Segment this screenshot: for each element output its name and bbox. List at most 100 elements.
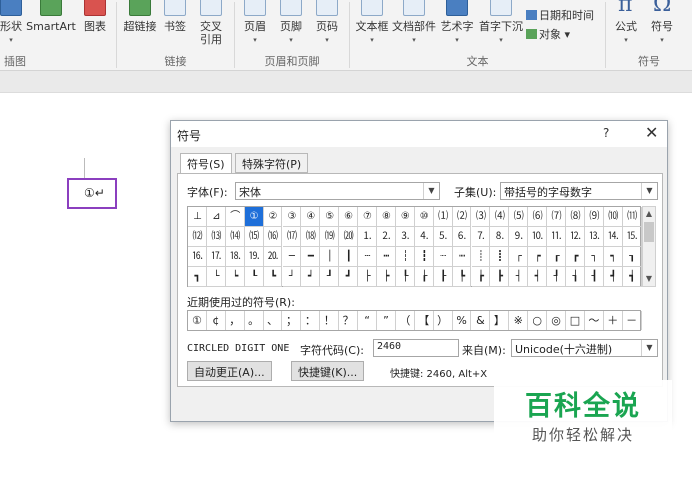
symbol-cell[interactable]: ┉ — [452, 247, 472, 267]
symbol-cell[interactable]: ┒ — [622, 247, 642, 267]
symbol-cell[interactable]: ⑩ — [414, 207, 434, 227]
shortcut-key-button[interactable]: 快捷键(K)... — [291, 361, 365, 381]
symbol-cell[interactable]: ③ — [282, 207, 302, 227]
symbol-cell[interactable]: ⒑ — [528, 227, 548, 247]
symbol-cell[interactable]: ⑹ — [528, 207, 548, 227]
recent-symbol-cell[interactable]: ※ — [509, 311, 529, 330]
subset-select[interactable]: 带括号的字母数字 ▼ — [500, 182, 658, 200]
symbol-cell[interactable]: ⌒ — [225, 207, 245, 227]
recent-symbol-cell[interactable]: □ — [566, 311, 585, 330]
recent-symbol-cell[interactable]: ？ — [339, 311, 359, 330]
symbol-cell[interactable]: ⒀ — [206, 227, 226, 247]
symbol-cell[interactable]: ┟ — [414, 267, 434, 287]
scroll-thumb[interactable] — [644, 222, 654, 242]
scroll-down-icon[interactable]: ▼ — [643, 272, 655, 286]
symbol-cell[interactable]: ┍ — [528, 247, 548, 267]
symbol-cell[interactable]: ⑴ — [433, 207, 453, 227]
symbol-cell[interactable]: ⊥ — [188, 207, 207, 227]
symbol-grid-scrollbar[interactable]: ▲ ▼ — [642, 206, 656, 287]
symbol-cell[interactable]: ⒆ — [320, 227, 340, 247]
symbol-cell[interactable]: ⑨ — [395, 207, 415, 227]
symbol-cell[interactable]: ⒌ — [433, 227, 453, 247]
symbol-cell[interactable]: ┎ — [547, 247, 566, 267]
symbol-cell[interactable]: ┥ — [528, 267, 548, 287]
symbol-cell[interactable]: ┦ — [547, 267, 566, 287]
symbol-cell[interactable]: ⒕ — [603, 227, 623, 247]
symbol-cell[interactable]: ⑶ — [471, 207, 491, 227]
date-time-button[interactable]: 日期和时间 — [526, 7, 594, 23]
symbol-cell[interactable]: ⑽ — [603, 207, 623, 227]
symbol-cell[interactable]: ├ — [358, 267, 377, 287]
header-button[interactable]: 页眉 ▾ — [240, 0, 270, 52]
tab-symbols[interactable]: 符号(S) — [180, 153, 232, 174]
symbol-cell[interactable]: ┇ — [414, 247, 434, 267]
char-code-input[interactable]: 2460 — [373, 339, 459, 357]
chart-button[interactable]: 图表 — [80, 0, 110, 52]
symbol-cell[interactable]: ⒉ — [377, 227, 396, 247]
tab-special-characters[interactable]: 特殊字符(P) — [235, 153, 309, 173]
symbol-cell[interactable]: ┗ — [263, 267, 283, 287]
textbox-button[interactable]: 文本框 ▾ — [353, 0, 391, 52]
symbol-cell[interactable]: ⑸ — [509, 207, 529, 227]
symbol-cell[interactable]: ┃ — [339, 247, 359, 267]
symbol-cell[interactable]: ┄ — [358, 247, 377, 267]
symbol-cell[interactable]: ⒗ — [188, 247, 207, 267]
symbol-cell[interactable]: ┅ — [377, 247, 396, 267]
font-select[interactable]: 宋体 ▼ — [235, 182, 440, 200]
symbol-cell[interactable]: ⊿ — [206, 207, 226, 227]
recent-symbol-cell[interactable]: ＋ — [604, 311, 623, 330]
recent-symbol-cell[interactable]: 】 — [490, 311, 510, 330]
symbol-cell[interactable]: ┪ — [622, 267, 642, 287]
hyperlink-button[interactable]: 超链接 — [120, 0, 160, 52]
symbol-cell[interactable]: ⒈ — [358, 227, 377, 247]
recent-symbol-cell[interactable]: （ — [396, 311, 415, 330]
recent-symbol-cell[interactable]: ” — [377, 311, 396, 330]
symbol-cell[interactable]: ┤ — [509, 267, 529, 287]
symbol-cell[interactable]: ⒂ — [244, 227, 264, 247]
cross-reference-button[interactable]: 交叉 引用 — [194, 0, 228, 52]
symbol-cell[interactable]: ┏ — [566, 247, 585, 267]
symbol-cell[interactable]: ⒁ — [225, 227, 245, 247]
wordart-button[interactable]: 艺术字 ▾ — [438, 0, 476, 52]
symbol-cell[interactable]: ⑧ — [377, 207, 396, 227]
recent-symbol-cell[interactable]: ， — [226, 311, 245, 330]
symbol-cell[interactable]: ⒖ — [622, 227, 642, 247]
symbol-cell[interactable]: ⒔ — [584, 227, 604, 247]
smartart-button[interactable]: SmartArt — [24, 0, 78, 52]
recent-symbol-cell[interactable]: 。 — [245, 311, 264, 330]
symbol-cell[interactable]: ┊ — [471, 247, 491, 267]
bookmark-button[interactable]: 书签 — [161, 0, 189, 52]
recent-symbol-cell[interactable]: ： — [301, 311, 321, 330]
recent-symbol-cell[interactable]: ○ — [528, 311, 548, 330]
symbol-cell[interactable]: ⒋ — [414, 227, 434, 247]
symbol-cell[interactable]: │ — [320, 247, 340, 267]
symbol-cell[interactable]: ┨ — [584, 267, 604, 287]
recent-symbol-cell[interactable]: ） — [434, 311, 453, 330]
recent-symbol-cell[interactable]: ！ — [320, 311, 340, 330]
symbol-cell[interactable]: ⒏ — [490, 227, 510, 247]
symbol-cell[interactable]: ┘ — [282, 267, 302, 287]
symbol-cell[interactable]: ─ — [282, 247, 302, 267]
symbol-cell[interactable]: ⒐ — [509, 227, 529, 247]
symbol-cell[interactable]: ① — [244, 207, 264, 227]
symbol-cell[interactable]: ⒎ — [471, 227, 491, 247]
symbol-cell[interactable]: ┧ — [566, 267, 585, 287]
symbol-cell[interactable]: ┢ — [471, 267, 491, 287]
symbol-cell[interactable]: ⒄ — [282, 227, 302, 247]
symbol-cell[interactable]: ┚ — [320, 267, 340, 287]
symbol-cell[interactable]: ┛ — [339, 267, 359, 287]
symbol-cell[interactable]: ┖ — [244, 267, 264, 287]
symbol-cell[interactable]: ┣ — [490, 267, 510, 287]
recent-symbols-row[interactable]: ① ¢，。、；：！？ “” （【）% &】 ※ ○ ◎ □ ～＋－ — [187, 310, 642, 331]
symbol-cell[interactable]: ┝ — [377, 267, 396, 287]
symbol-cell[interactable]: ⑺ — [547, 207, 566, 227]
autocorrect-button[interactable]: 自动更正(A)... — [187, 361, 272, 381]
symbol-cell[interactable]: ⒃ — [263, 227, 283, 247]
symbol-cell[interactable]: ⑾ — [622, 207, 642, 227]
symbol-cell[interactable]: ┠ — [433, 267, 453, 287]
recent-symbol-cell[interactable]: － — [623, 311, 642, 330]
symbol-cell[interactable]: ⑷ — [490, 207, 510, 227]
symbol-cell[interactable]: ┐ — [584, 247, 604, 267]
inserted-symbol-highlight[interactable]: ①↵ — [67, 178, 117, 209]
symbol-cell[interactable]: ⒙ — [225, 247, 245, 267]
